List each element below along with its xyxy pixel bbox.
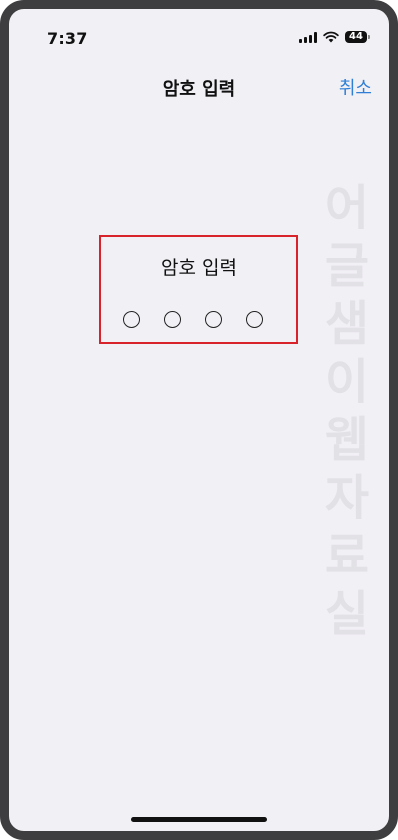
signal-icon	[299, 31, 317, 43]
battery-icon: 44	[345, 31, 370, 43]
status-time: 7:37	[47, 29, 88, 48]
passcode-dots	[123, 311, 263, 328]
passcode-dot	[164, 311, 181, 328]
status-indicators: 44	[299, 31, 370, 43]
battery-level: 44	[349, 31, 363, 42]
home-indicator[interactable]	[131, 817, 267, 822]
passcode-prompt: 암호 입력	[161, 257, 237, 279]
wifi-icon	[323, 31, 339, 43]
passcode-dot	[123, 311, 140, 328]
watermark: 어글샘이웹자료실	[324, 180, 370, 642]
page-title: 암호 입력	[162, 79, 236, 100]
status-bar: 7:37 44	[9, 9, 389, 53]
passcode-dot	[246, 311, 263, 328]
navigation-bar: 암호 입력 취소	[9, 65, 389, 101]
passcode-dot	[205, 311, 222, 328]
cancel-button[interactable]: 취소	[339, 74, 372, 100]
phone-frame: 7:37 44 암호 입력 취소 어글샘이웹자료실 암호 입력	[0, 0, 398, 840]
